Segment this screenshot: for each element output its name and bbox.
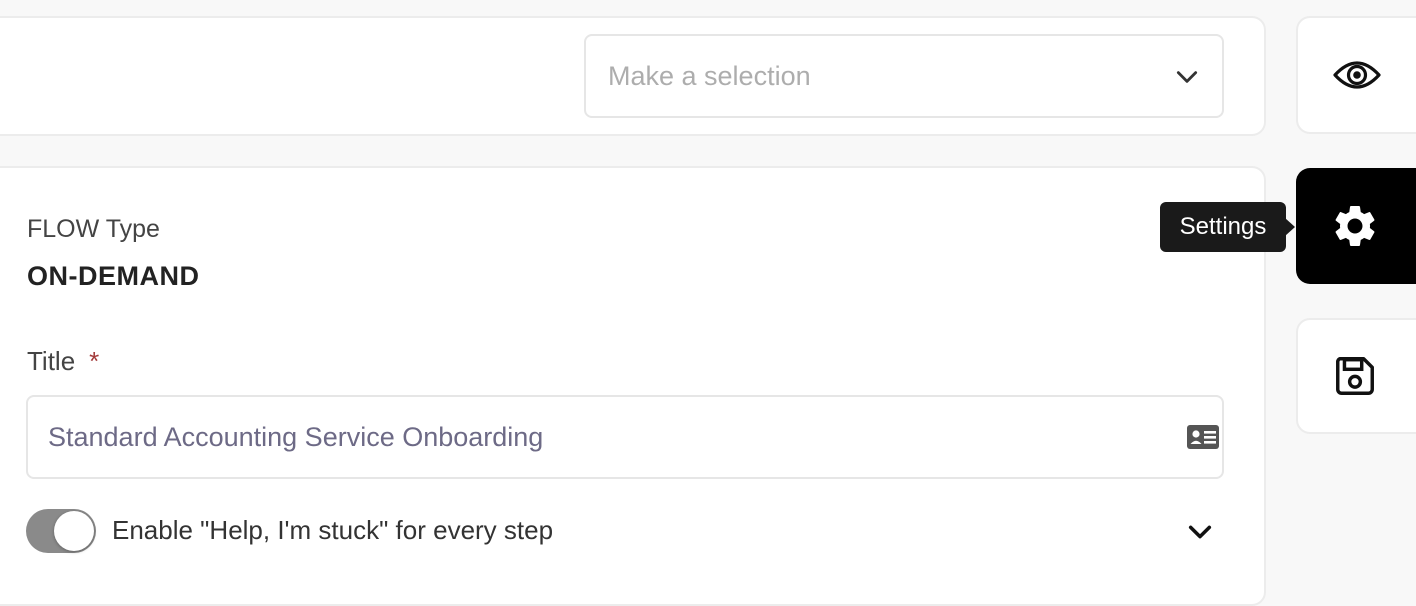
flow-type-label: FLOW Type <box>27 215 160 243</box>
chevron-down-icon <box>1176 71 1198 83</box>
tooltip-arrow <box>1285 218 1295 236</box>
settings-button[interactable] <box>1296 168 1416 284</box>
title-label-text: Title <box>27 346 76 376</box>
contact-card-icon[interactable] <box>1186 424 1220 450</box>
chevron-down-icon[interactable] <box>1186 518 1214 546</box>
gear-icon <box>1335 206 1375 246</box>
floppy-disk-icon <box>1336 357 1374 395</box>
selection-dropdown[interactable]: Make a selection <box>584 34 1224 118</box>
flow-type-value: ON-DEMAND <box>27 261 200 291</box>
eye-icon <box>1333 61 1381 89</box>
title-input[interactable] <box>26 395 1224 479</box>
selection-placeholder: Make a selection <box>608 60 811 91</box>
save-button[interactable] <box>1296 318 1416 434</box>
title-label: Title * <box>27 346 99 377</box>
preview-button[interactable] <box>1296 16 1416 134</box>
help-stuck-toggle[interactable] <box>26 509 96 553</box>
required-marker: * <box>89 346 100 376</box>
tooltip-text: Settings <box>1179 213 1267 240</box>
toggle-knob <box>54 511 94 551</box>
help-stuck-label: Enable "Help, I'm stuck" for every step <box>112 515 554 545</box>
settings-tooltip: Settings <box>1160 202 1295 252</box>
